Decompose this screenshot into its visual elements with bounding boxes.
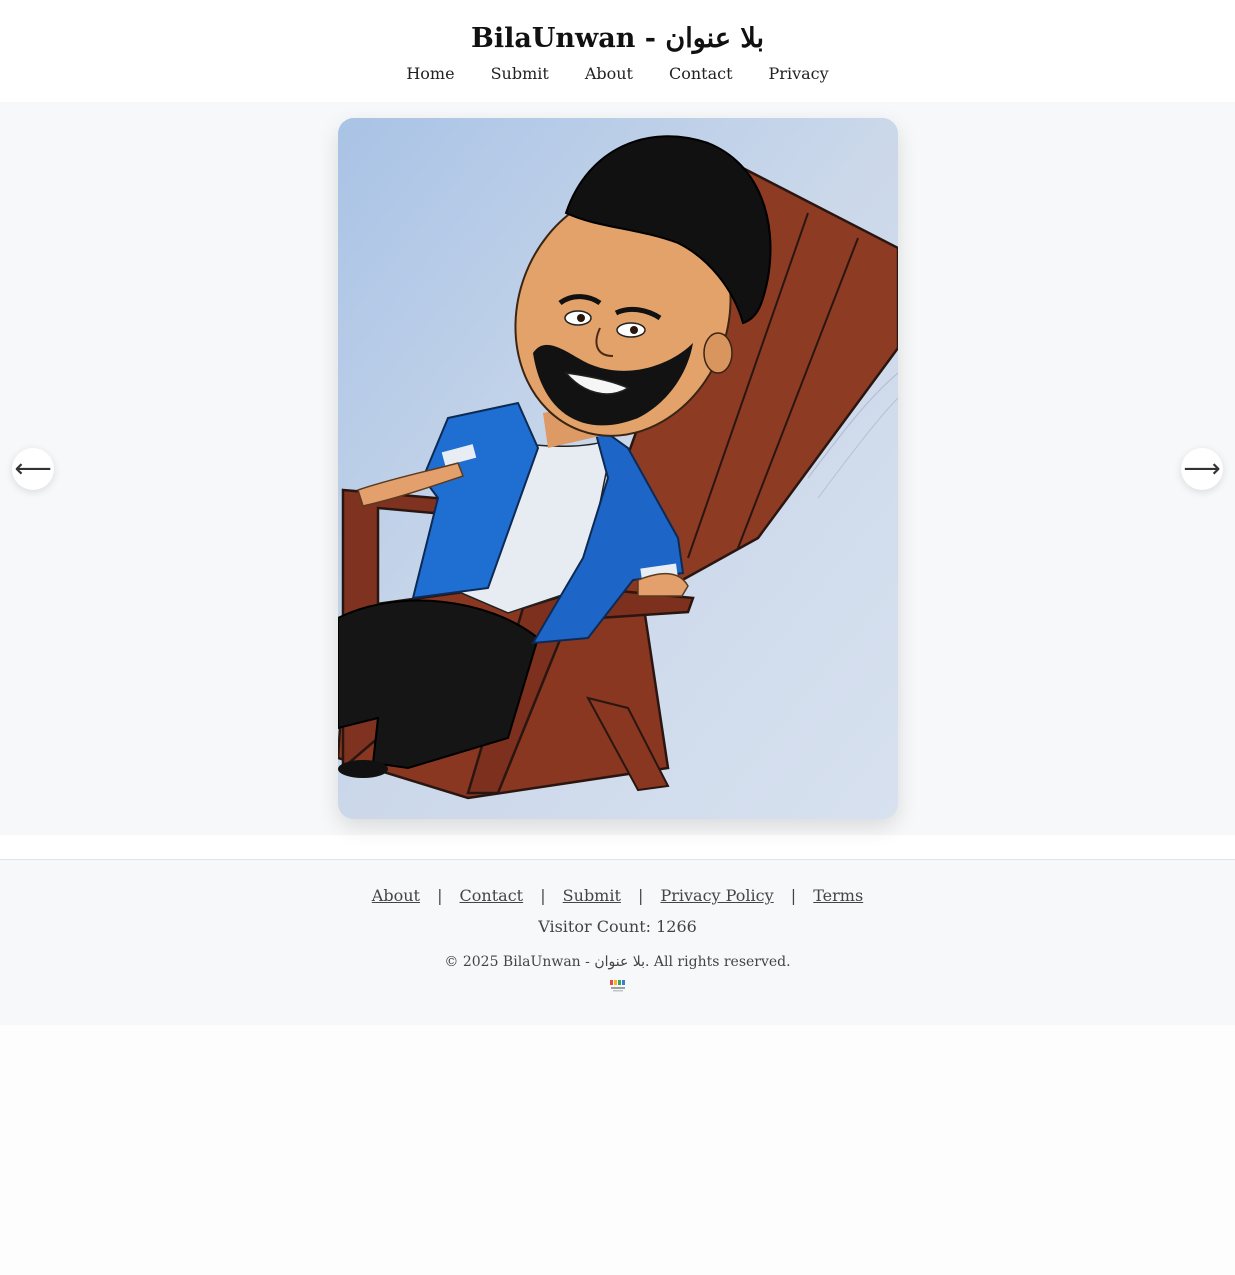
left-arrow-icon: ⟵ xyxy=(14,454,52,484)
footer-link-contact[interactable]: Contact xyxy=(460,886,524,905)
footer-separator: | xyxy=(540,886,546,905)
next-arrow-button[interactable]: ⟶ xyxy=(1181,448,1223,490)
nav-home[interactable]: Home xyxy=(406,64,454,83)
footer-separator: | xyxy=(790,886,797,905)
artwork-image[interactable] xyxy=(338,118,898,819)
copyright-text: © 2025 BilaUnwan - بلا عنوان. All rights… xyxy=(444,954,791,970)
spacer xyxy=(0,835,1235,859)
footer-link-terms[interactable]: Terms xyxy=(813,886,863,905)
nav-about[interactable]: About xyxy=(585,64,633,83)
nav-privacy[interactable]: Privacy xyxy=(769,64,829,83)
artwork-gallery: ⟵ ⟶ xyxy=(0,102,1235,835)
right-arrow-icon: ⟶ xyxy=(1183,454,1221,484)
visitor-count: Visitor Count: 1266 xyxy=(538,917,697,936)
site-header: BilaUnwan - بلا عنوان Home Submit About … xyxy=(0,0,1235,102)
footer-links: About | Contact | Submit | Privacy Polic… xyxy=(0,860,1235,905)
nav-submit[interactable]: Submit xyxy=(491,64,549,83)
main-nav: Home Submit About Contact Privacy xyxy=(0,64,1235,83)
nav-contact[interactable]: Contact xyxy=(669,64,733,83)
footer-link-privacy-policy[interactable]: Privacy Policy xyxy=(660,886,773,905)
site-footer: About | Contact | Submit | Privacy Polic… xyxy=(0,859,1235,1025)
footer-link-submit[interactable]: Submit xyxy=(563,886,621,905)
footer-link-about[interactable]: About xyxy=(372,886,420,905)
site-title[interactable]: BilaUnwan - بلا عنوان xyxy=(0,0,1235,56)
footer-separator: | xyxy=(638,886,644,905)
footer-logo-icon xyxy=(608,978,628,992)
footer-separator: | xyxy=(437,886,443,905)
previous-arrow-button[interactable]: ⟵ xyxy=(12,448,54,490)
